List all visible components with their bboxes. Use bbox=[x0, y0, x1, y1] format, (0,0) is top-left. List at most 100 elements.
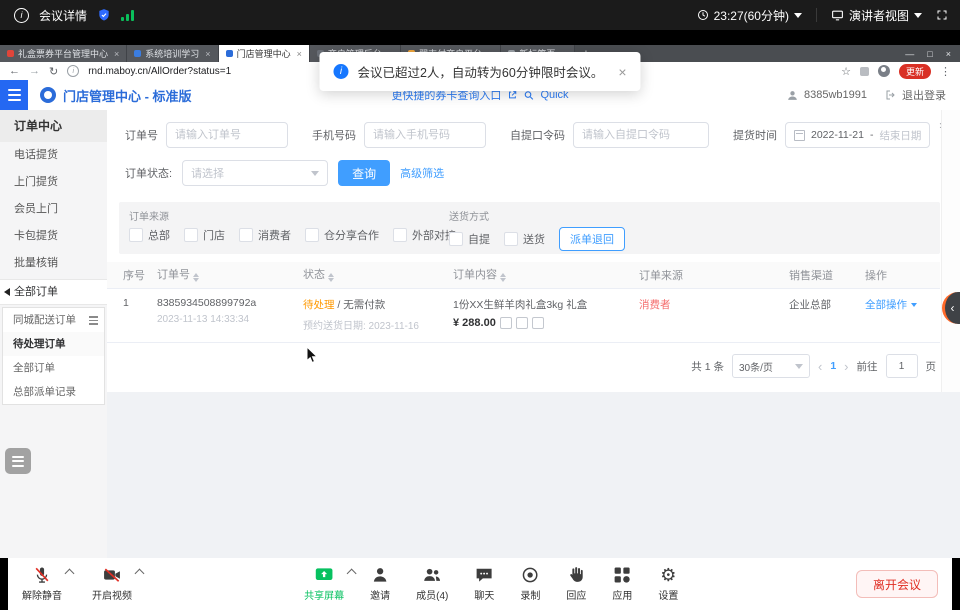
browser-tab[interactable]: 系统培训学习 × bbox=[127, 45, 218, 62]
order-status-select[interactable]: 请选择 bbox=[182, 160, 328, 186]
start-video-button[interactable]: 开启视频 bbox=[92, 565, 132, 602]
floating-menu-widget[interactable] bbox=[5, 448, 31, 474]
checkbox-store[interactable]: 门店 bbox=[184, 227, 225, 243]
row-action[interactable]: 全部操作 bbox=[865, 297, 940, 312]
chevron-left-icon: ‹ bbox=[951, 301, 955, 315]
col-content[interactable]: 订单内容 bbox=[453, 266, 639, 285]
apps-button[interactable]: 应用 bbox=[612, 565, 632, 602]
checkbox-icon[interactable] bbox=[449, 232, 463, 246]
chevron-up-icon[interactable] bbox=[65, 569, 75, 579]
browser-update-button[interactable]: 更新 bbox=[899, 64, 931, 79]
checkbox-consumer[interactable]: 消费者 bbox=[239, 227, 291, 243]
meeting-details-label[interactable]: 会议详情 bbox=[39, 7, 87, 24]
window-close-icon[interactable]: × bbox=[946, 49, 951, 59]
tab-close-icon[interactable]: × bbox=[205, 49, 210, 59]
toast-close-icon[interactable]: × bbox=[618, 64, 626, 80]
sidebar-item-door-pickup[interactable]: 上门提货 bbox=[0, 169, 107, 196]
fullscreen-icon[interactable] bbox=[936, 9, 948, 21]
sidebar-item-all-orders[interactable]: 全部订单 bbox=[3, 356, 104, 380]
browser-tab[interactable]: 礼盒票券平台管理中心 × bbox=[0, 45, 127, 62]
bookmark-star-icon[interactable]: ☆ bbox=[841, 65, 851, 78]
checkbox-warehouse-coop[interactable]: 仓分享合作 bbox=[305, 227, 379, 243]
col-order-no[interactable]: 订单号 bbox=[157, 266, 303, 285]
invite-button[interactable]: 邀请 bbox=[370, 565, 390, 602]
browser-menu-icon[interactable]: ⋮ bbox=[940, 65, 951, 78]
back-icon[interactable]: ← bbox=[9, 65, 20, 77]
tab-label: 系统培训学习 bbox=[145, 47, 199, 60]
checkbox-icon[interactable] bbox=[393, 228, 407, 242]
next-page-icon[interactable]: › bbox=[844, 359, 848, 374]
sidebar-item-card-pickup[interactable]: 卡包提货 bbox=[0, 223, 107, 250]
tab-close-icon[interactable]: × bbox=[297, 49, 302, 59]
unmute-button[interactable]: 解除静音 bbox=[22, 565, 62, 602]
checkbox-icon[interactable] bbox=[184, 228, 198, 242]
browser-profile-avatar[interactable] bbox=[878, 65, 890, 77]
phone-input[interactable] bbox=[364, 122, 486, 148]
goto-page-input[interactable] bbox=[886, 354, 918, 378]
dispatch-return-button[interactable]: 派单退回 bbox=[559, 227, 625, 251]
order-no-input[interactable] bbox=[166, 122, 288, 148]
sidebar-item-pending-orders[interactable]: 待处理订单 bbox=[3, 332, 104, 356]
sidebar-item-phone-pickup[interactable]: 电话提货 bbox=[0, 142, 107, 169]
sidebar-item-city-delivery[interactable]: 同城配送订单 bbox=[3, 308, 104, 332]
checkbox-self-pickup[interactable]: 自提 bbox=[449, 231, 490, 247]
date-range-picker[interactable]: 2022-11-21 - 结束日期 bbox=[785, 122, 930, 148]
checkbox-icon[interactable] bbox=[305, 228, 319, 242]
menu-collapse-button[interactable] bbox=[0, 80, 28, 110]
search-button[interactable]: 查询 bbox=[338, 160, 390, 186]
view-mode-selector[interactable]: 演讲者视图 bbox=[831, 7, 922, 24]
external-link-icon[interactable] bbox=[507, 90, 517, 100]
share-screen-button[interactable]: 共享屏幕 bbox=[304, 565, 344, 602]
checkbox-delivery[interactable]: 送货 bbox=[504, 231, 545, 247]
chevron-down-icon bbox=[311, 171, 319, 180]
date-start-value: 2022-11-21 bbox=[811, 129, 864, 141]
phone-mini-icon[interactable] bbox=[500, 317, 512, 329]
order-status-label: 订单状态: bbox=[125, 165, 172, 181]
pickup-code-input[interactable] bbox=[573, 122, 709, 148]
reactions-button[interactable]: 回应 bbox=[566, 565, 586, 602]
window-minimize-icon[interactable]: — bbox=[905, 49, 914, 59]
checkbox-icon[interactable] bbox=[504, 232, 518, 246]
meeting-info-icon[interactable]: i bbox=[14, 8, 29, 23]
window-maximize-icon[interactable]: □ bbox=[927, 49, 932, 59]
security-shield-icon[interactable] bbox=[97, 8, 111, 22]
checkbox-icon[interactable] bbox=[239, 228, 253, 242]
share-screen-icon bbox=[314, 565, 334, 585]
checkbox-external[interactable]: 外部对接 bbox=[393, 227, 456, 243]
sidebar-item-member-visit[interactable]: 会员上门 bbox=[0, 196, 107, 223]
settings-button[interactable]: ⚙ 设置 bbox=[658, 565, 678, 602]
reload-icon[interactable]: ↻ bbox=[49, 65, 58, 78]
checkbox-hq[interactable]: 总部 bbox=[129, 227, 170, 243]
leave-meeting-button[interactable]: 离开会议 bbox=[856, 570, 938, 598]
tab-close-icon[interactable]: × bbox=[114, 49, 119, 59]
col-status[interactable]: 状态 bbox=[303, 266, 453, 285]
note-mini-icon[interactable] bbox=[532, 317, 544, 329]
current-page[interactable]: 1 bbox=[830, 360, 836, 372]
sidebar-item-batch-verify[interactable]: 批量核销 bbox=[0, 250, 107, 277]
app-title: 门店管理中心 - 标准版 bbox=[63, 86, 192, 105]
sidebar-item-hq-dispatch[interactable]: 总部派单记录 bbox=[3, 380, 104, 404]
members-button[interactable]: 成员(4) bbox=[416, 565, 448, 602]
prev-page-icon[interactable]: ‹ bbox=[818, 359, 822, 374]
forward-icon[interactable]: → bbox=[29, 65, 40, 77]
username: 8385wb1991 bbox=[804, 89, 867, 101]
checkbox-icon[interactable] bbox=[129, 228, 143, 242]
logout-button[interactable]: 退出登录 bbox=[885, 87, 946, 103]
meeting-timer[interactable]: 23:27(60分钟) bbox=[697, 7, 802, 24]
record-button[interactable]: 录制 bbox=[520, 565, 540, 602]
main-content: » 订单号 手机号码 自提口令码 提货时间 bbox=[107, 110, 960, 558]
site-info-icon[interactable]: i bbox=[67, 65, 79, 77]
url-text[interactable]: rnd.maboy.cn/AllOrder?status=1 bbox=[88, 66, 231, 77]
user-account[interactable]: 8385wb1991 bbox=[786, 89, 867, 102]
extensions-icon[interactable] bbox=[860, 67, 869, 76]
chevron-up-icon[interactable] bbox=[347, 569, 357, 579]
chevron-up-icon[interactable] bbox=[135, 569, 145, 579]
browser-tab-active[interactable]: 门店管理中心 × bbox=[219, 45, 310, 62]
gift-mini-icon[interactable] bbox=[516, 317, 528, 329]
advanced-filter-link[interactable]: 高级筛选 bbox=[400, 165, 444, 181]
sidebar-group-all-orders[interactable]: 全部订单 bbox=[0, 279, 107, 305]
chat-button[interactable]: 聊天 bbox=[474, 565, 494, 602]
page-size-select[interactable]: 30条/页 bbox=[732, 354, 810, 378]
sidebar-section-order-center: 订单中心 bbox=[0, 110, 107, 142]
list-icon[interactable] bbox=[89, 316, 98, 325]
